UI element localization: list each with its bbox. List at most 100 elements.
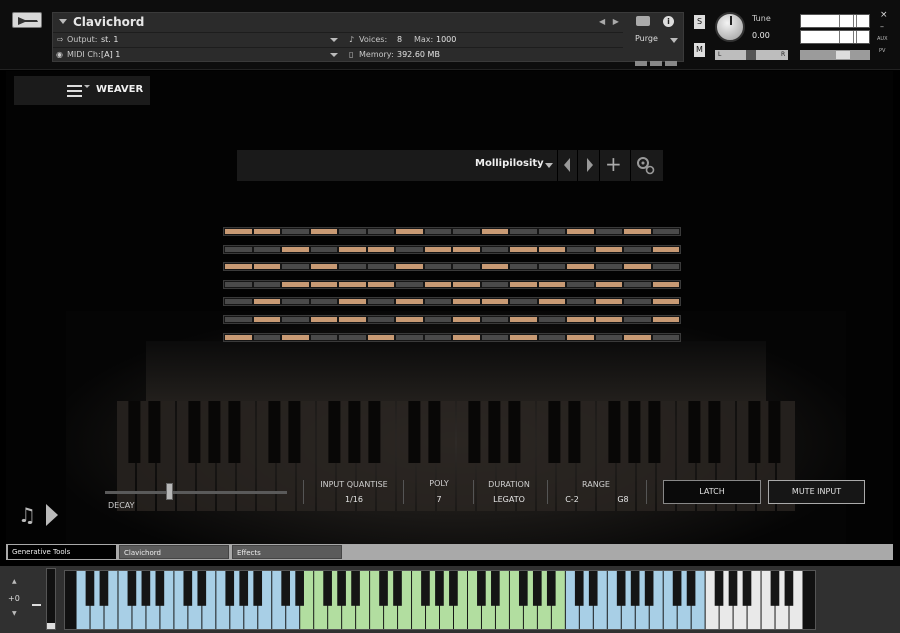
sequencer-step[interactable]	[624, 264, 651, 270]
sequencer-step[interactable]	[253, 229, 280, 234]
volume-handle[interactable]	[836, 51, 850, 59]
black-key[interactable]	[435, 571, 444, 606]
tune-knob[interactable]	[715, 12, 745, 42]
sequencer-step[interactable]	[367, 317, 394, 322]
sequencer-step[interactable]	[481, 281, 508, 287]
sequencer-step[interactable]	[510, 281, 537, 287]
sequencer-step[interactable]	[481, 246, 508, 252]
pan-slider[interactable]: L R	[715, 50, 788, 60]
sequencer-step[interactable]	[253, 264, 280, 270]
black-key[interactable]	[379, 571, 388, 606]
sequencer-step[interactable]	[453, 264, 480, 270]
instrument-nav-arrows-icon[interactable]: ◀ ▶	[599, 17, 619, 26]
sequencer-step[interactable]	[282, 229, 309, 234]
black-key[interactable]	[337, 571, 346, 606]
sequencer-step[interactable]	[253, 334, 280, 340]
sequencer-step[interactable]	[367, 299, 394, 305]
octave-up-icon[interactable]: ▲	[12, 578, 17, 585]
black-key[interactable]	[784, 571, 794, 606]
sequencer-step[interactable]	[453, 246, 480, 252]
sequencer-step[interactable]	[225, 281, 252, 287]
virtual-keyboard[interactable]	[64, 570, 816, 630]
sequencer-step[interactable]	[424, 229, 451, 234]
black-key[interactable]	[183, 571, 193, 606]
sequencer-step[interactable]	[310, 299, 337, 305]
sequencer-step[interactable]	[538, 317, 565, 322]
close-icon[interactable]: ×	[880, 10, 888, 20]
black-key[interactable]	[728, 571, 738, 606]
decay-slider-track[interactable]	[105, 491, 287, 494]
sequencer-step[interactable]	[424, 264, 451, 270]
sequencer-step[interactable]	[367, 264, 394, 270]
sequencer-step[interactable]	[595, 281, 622, 287]
input-quantise-value[interactable]: 1/16	[310, 495, 398, 504]
sequencer-step[interactable]	[510, 246, 537, 252]
black-key[interactable]	[491, 571, 500, 606]
sequencer-step[interactable]	[595, 317, 622, 322]
sequencer-step[interactable]	[595, 299, 622, 305]
sequencer-step[interactable]	[396, 299, 423, 305]
tab-effects[interactable]: Effects	[232, 545, 342, 559]
black-key[interactable]	[742, 571, 752, 606]
black-key[interactable]	[714, 571, 724, 606]
sequencer-step[interactable]	[253, 299, 280, 305]
volume-slider[interactable]	[800, 50, 870, 60]
sequencer-step[interactable]	[624, 317, 651, 322]
sequencer-step[interactable]	[396, 334, 423, 340]
sequencer-step[interactable]	[481, 264, 508, 270]
sequencer-step[interactable]	[453, 334, 480, 340]
black-key[interactable]	[477, 571, 486, 606]
output-dropdown-icon[interactable]	[330, 38, 338, 42]
sequencer-step[interactable]	[310, 317, 337, 322]
solo-button[interactable]: S	[694, 15, 705, 29]
sequencer-step[interactable]	[567, 281, 594, 287]
sequencer-step[interactable]	[253, 246, 280, 252]
weaver-logo[interactable]: WEAVER	[14, 76, 150, 105]
black-key[interactable]	[85, 571, 95, 606]
duration-value[interactable]: LEGATO	[480, 495, 538, 504]
sequencer-step[interactable]	[282, 246, 309, 252]
sequencer-step[interactable]	[310, 229, 337, 234]
black-key[interactable]	[351, 571, 360, 606]
sequencer-step[interactable]	[652, 334, 679, 340]
sequencer-step[interactable]	[538, 334, 565, 340]
sequencer-step[interactable]	[567, 264, 594, 270]
sequencer-step[interactable]	[624, 229, 651, 234]
mute-button[interactable]: M	[694, 43, 705, 57]
black-key[interactable]	[770, 571, 780, 606]
sequencer-step[interactable]	[481, 334, 508, 340]
sequencer-step[interactable]	[225, 246, 252, 252]
sequencer-step[interactable]	[481, 317, 508, 322]
midi-value[interactable]: [A] 1	[101, 50, 120, 59]
sequencer-step[interactable]	[282, 317, 309, 322]
black-key[interactable]	[141, 571, 151, 606]
black-key[interactable]	[546, 571, 556, 606]
sequencer-step[interactable]	[595, 264, 622, 270]
sequencer-step[interactable]	[652, 229, 679, 234]
sequencer-step[interactable]	[624, 334, 651, 340]
black-key[interactable]	[672, 571, 682, 606]
sequencer-row[interactable]	[223, 279, 681, 289]
range-high-value[interactable]: G8	[609, 495, 637, 504]
sequencer-step[interactable]	[424, 317, 451, 322]
sequencer-step[interactable]	[538, 299, 565, 305]
sequencer-step[interactable]	[424, 334, 451, 340]
pv-label[interactable]: PV	[879, 48, 885, 54]
sequencer-step[interactable]	[253, 317, 280, 322]
sequencer-step[interactable]	[453, 317, 480, 322]
sequencer-step[interactable]	[567, 317, 594, 322]
sequencer-step[interactable]	[339, 299, 366, 305]
latch-button[interactable]: LATCH	[663, 480, 761, 504]
sequencer-step[interactable]	[510, 317, 537, 322]
black-key[interactable]	[295, 571, 304, 606]
sequencer-step[interactable]	[481, 229, 508, 234]
black-key[interactable]	[127, 571, 137, 606]
black-key[interactable]	[253, 571, 263, 606]
sequencer-step[interactable]	[310, 246, 337, 252]
sequencer-row[interactable]	[223, 297, 681, 307]
instrument-menu-icon[interactable]	[59, 19, 67, 24]
sequencer-step[interactable]	[510, 334, 537, 340]
black-key[interactable]	[644, 571, 654, 606]
sequencer-step[interactable]	[339, 264, 366, 270]
sequencer-step[interactable]	[538, 229, 565, 234]
